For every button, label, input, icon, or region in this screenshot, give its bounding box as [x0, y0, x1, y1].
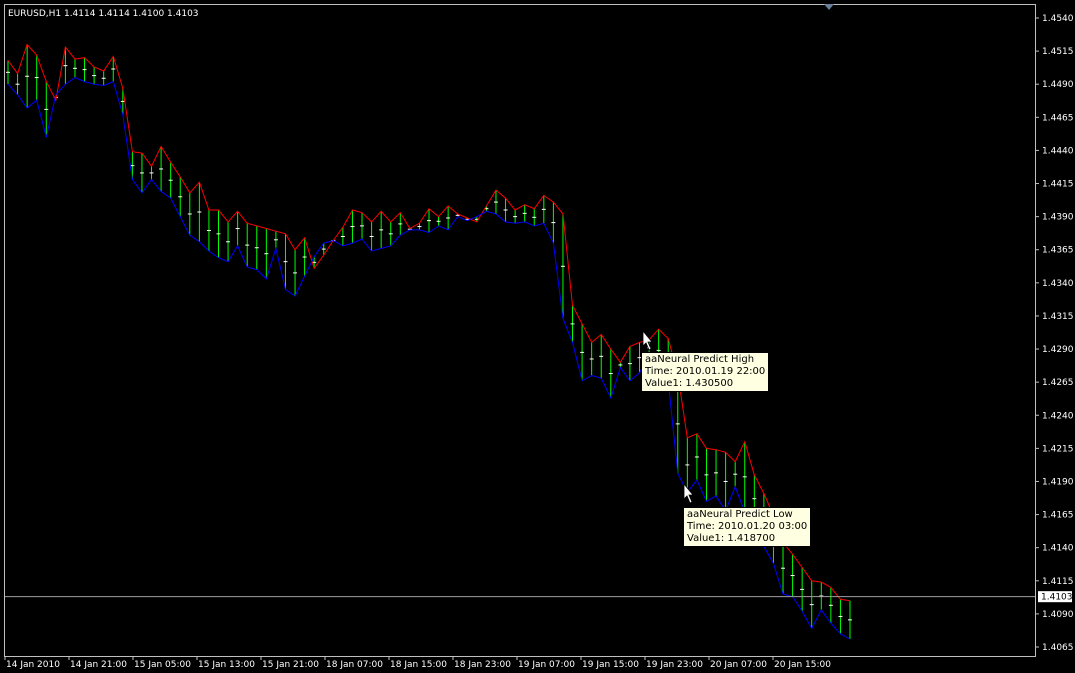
y-tick-label: 1.4340 [1042, 279, 1074, 289]
y-tick-label: 1.4515 [1042, 47, 1074, 57]
x-tick-label: 18 Jan 23:00 [454, 660, 511, 670]
x-tick-label: 19 Jan 15:00 [582, 660, 639, 670]
tooltip-time: Time: 2010.01.19 22:00 [645, 366, 766, 377]
x-tick-label: 18 Jan 15:00 [390, 660, 447, 670]
tooltip-title: aaNeural Predict High [645, 354, 755, 365]
tooltip-predict-high: aaNeural Predict High Time: 2010.01.19 2… [641, 352, 770, 392]
chart-background [0, 0, 1075, 673]
x-tick-label: 18 Jan 07:00 [326, 660, 383, 670]
tooltip-value: Value1: 1.430500 [645, 378, 734, 389]
current-price-text: 1.4103 [1041, 593, 1073, 603]
y-tick-label: 1.4115 [1042, 577, 1074, 587]
y-tick-label: 1.4390 [1042, 213, 1074, 223]
y-tick-label: 1.4190 [1042, 477, 1074, 487]
y-tick-label: 1.4165 [1042, 511, 1074, 521]
x-tick-label: 19 Jan 23:00 [646, 660, 703, 670]
y-tick-label: 1.4290 [1042, 345, 1074, 355]
x-tick-label: 19 Jan 07:00 [518, 660, 575, 670]
y-tick-label: 1.4265 [1042, 378, 1074, 388]
x-tick-label: 20 Jan 15:00 [774, 660, 831, 670]
tooltip-predict-low: aaNeural Predict Low Time: 2010.01.20 03… [683, 507, 812, 547]
x-tick-label: 14 Jan 2010 [6, 660, 60, 670]
y-tick-label: 1.4240 [1042, 411, 1074, 421]
y-tick-label: 1.4465 [1042, 113, 1074, 123]
tooltip-value: Value1: 1.418700 [687, 533, 776, 544]
x-tick-label: 14 Jan 21:00 [70, 660, 127, 670]
y-tick-label: 1.4315 [1042, 312, 1074, 322]
x-tick-label: 15 Jan 05:00 [134, 660, 191, 670]
tooltip-title: aaNeural Predict Low [687, 509, 793, 520]
x-tick-label: 15 Jan 21:00 [262, 660, 319, 670]
price-chart[interactable]: 1.4540 1.4515 1.4490 1.4465 1.4440 1.4415 1.43… [0, 0, 1075, 673]
y-tick-label: 1.4215 [1042, 444, 1074, 454]
y-tick-label: 1.4090 [1042, 610, 1074, 620]
y-tick-label: 1.4415 [1042, 180, 1074, 190]
symbol-header: EURUSD,H1 1.4114 1.4114 1.4100 1.4103 [8, 9, 199, 19]
x-tick-label: 15 Jan 13:00 [198, 660, 255, 670]
y-tick-label: 1.4490 [1042, 80, 1074, 90]
y-tick-label: 1.4065 [1042, 643, 1074, 653]
current-price-label: 1.4103 [1038, 591, 1073, 603]
x-tick-label: 20 Jan 07:00 [710, 660, 767, 670]
y-tick-label: 1.4540 [1042, 14, 1074, 24]
y-tick-label: 1.4440 [1042, 146, 1074, 156]
y-tick-label: 1.4365 [1042, 246, 1074, 256]
y-tick-label: 1.4140 [1042, 544, 1074, 554]
tooltip-time: Time: 2010.01.20 03:00 [687, 521, 808, 532]
